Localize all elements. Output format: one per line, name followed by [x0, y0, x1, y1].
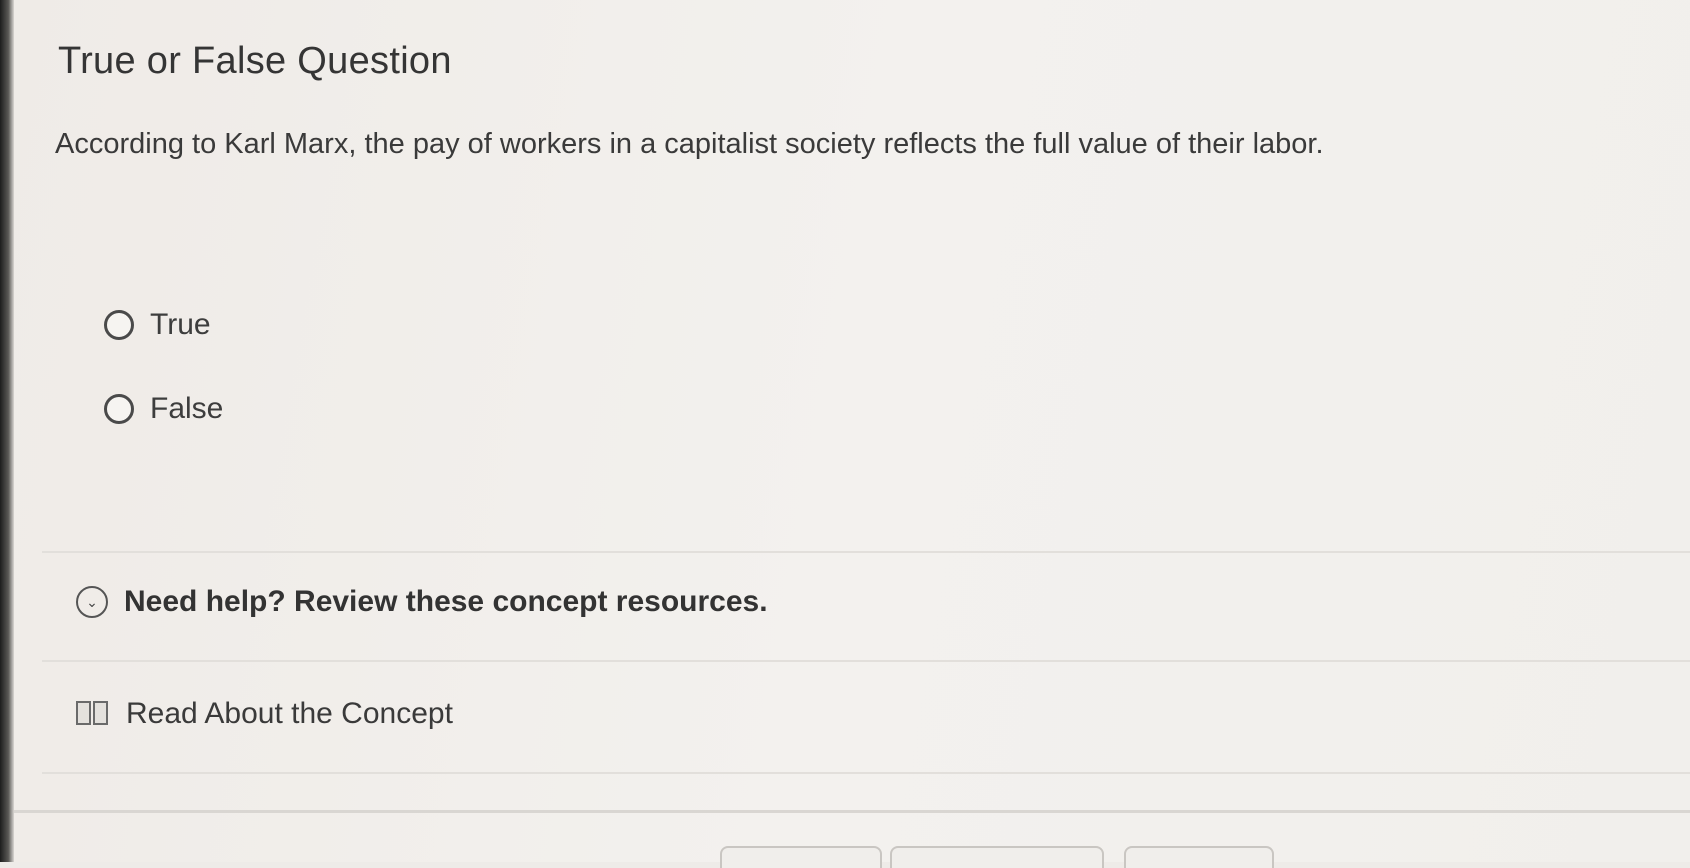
radio-button-true[interactable]: [104, 310, 134, 340]
divider: [42, 772, 1690, 774]
option-true[interactable]: True: [104, 308, 211, 342]
divider: [42, 551, 1690, 553]
footer-divider: [14, 810, 1690, 813]
screen-bezel: [0, 0, 14, 862]
footer-button[interactable]: [890, 846, 1104, 868]
radio-button-false[interactable]: [104, 394, 134, 424]
question-page: True or False Question According to Karl…: [14, 0, 1690, 868]
help-resources-toggle[interactable]: ⌄ Need help? Review these concept resour…: [76, 585, 768, 619]
option-false[interactable]: False: [104, 392, 223, 426]
option-label-false: False: [150, 392, 224, 425]
read-about-concept-label: Read About the Concept: [126, 697, 453, 730]
question-type-title: True or False Question: [58, 40, 452, 82]
chevron-down-circle-icon: ⌄: [76, 586, 108, 618]
footer-button[interactable]: [1124, 846, 1274, 868]
option-label-true: True: [150, 308, 211, 341]
help-resources-label: Need help? Review these concept resource…: [124, 585, 768, 618]
divider: [42, 660, 1690, 662]
book-icon: [76, 701, 110, 727]
footer-button[interactable]: [720, 846, 882, 868]
read-about-concept-link[interactable]: Read About the Concept: [76, 697, 453, 731]
question-prompt: According to Karl Marx, the pay of worke…: [55, 128, 1324, 160]
